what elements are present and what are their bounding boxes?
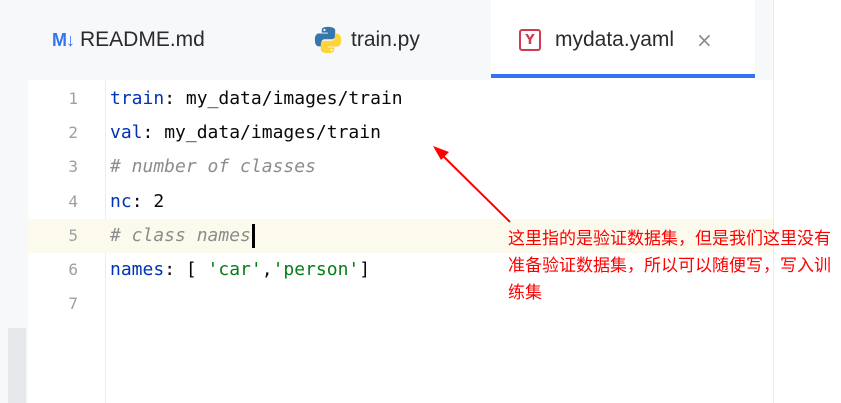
python-icon [314,26,342,54]
line-number: 2 [68,123,78,142]
yaml-comma: , [261,259,273,280]
left-tool-strip [0,0,28,403]
tab-label: README.md [80,28,205,51]
editor-tab-bar: M↓ README.md train.py Y mydata.yaml × [28,0,773,80]
code-line[interactable]: nc: 2 [110,185,164,219]
code-line[interactable]: names: [ 'car','person'] [110,253,370,287]
yaml-value: 2 [153,191,165,212]
yaml-key: names [110,259,165,280]
line-number: 4 [68,192,78,211]
close-icon[interactable]: × [696,28,713,52]
tab-mydata-yaml[interactable]: Y mydata.yaml × [491,0,755,80]
yaml-separator: : [142,122,165,143]
line-number: 3 [68,157,78,176]
code-line[interactable]: # number of classes [110,150,316,184]
markdown-icon: M↓ [52,29,75,50]
yaml-string: 'person' [272,259,360,280]
line-number: 1 [68,89,78,108]
yaml-comment: # number of classes [110,156,316,177]
yaml-separator: : [131,191,154,212]
code-line-current[interactable]: # class names [110,219,255,253]
tab-readme[interactable]: M↓ README.md [52,0,205,80]
yaml-string: 'car' [207,259,262,280]
line-number: 7 [68,294,78,313]
tab-label: mydata.yaml [555,28,675,51]
right-tool-strip [773,0,841,403]
yaml-separator: : [ [164,259,208,280]
tab-train-py[interactable]: train.py [313,0,420,80]
yaml-separator: : [164,88,186,109]
yaml-comment: # class names [110,225,251,246]
text-caret [251,224,255,248]
code-line[interactable]: val: my_data/images/train [110,116,381,150]
code-line[interactable]: train: my_data/images/train [110,82,403,116]
yaml-value: my_data/images/train [185,88,403,109]
tab-label: train.py [351,28,420,51]
yaml-value: my_data/images/train [164,122,381,143]
active-tab-indicator [491,74,755,78]
yaml-icon: Y [519,29,541,51]
yaml-key: val [110,122,143,143]
yaml-key: train [110,88,165,109]
line-number: 5 [68,226,78,245]
yaml-bracket: ] [359,259,371,280]
scroll-thumb[interactable] [8,328,26,403]
line-number: 6 [68,260,78,279]
annotation-text: 这里指的是验证数据集，但是我们这里没有准备验证数据集，所以可以随便写，写入训练集 [508,229,831,303]
yaml-key: nc [110,191,132,212]
